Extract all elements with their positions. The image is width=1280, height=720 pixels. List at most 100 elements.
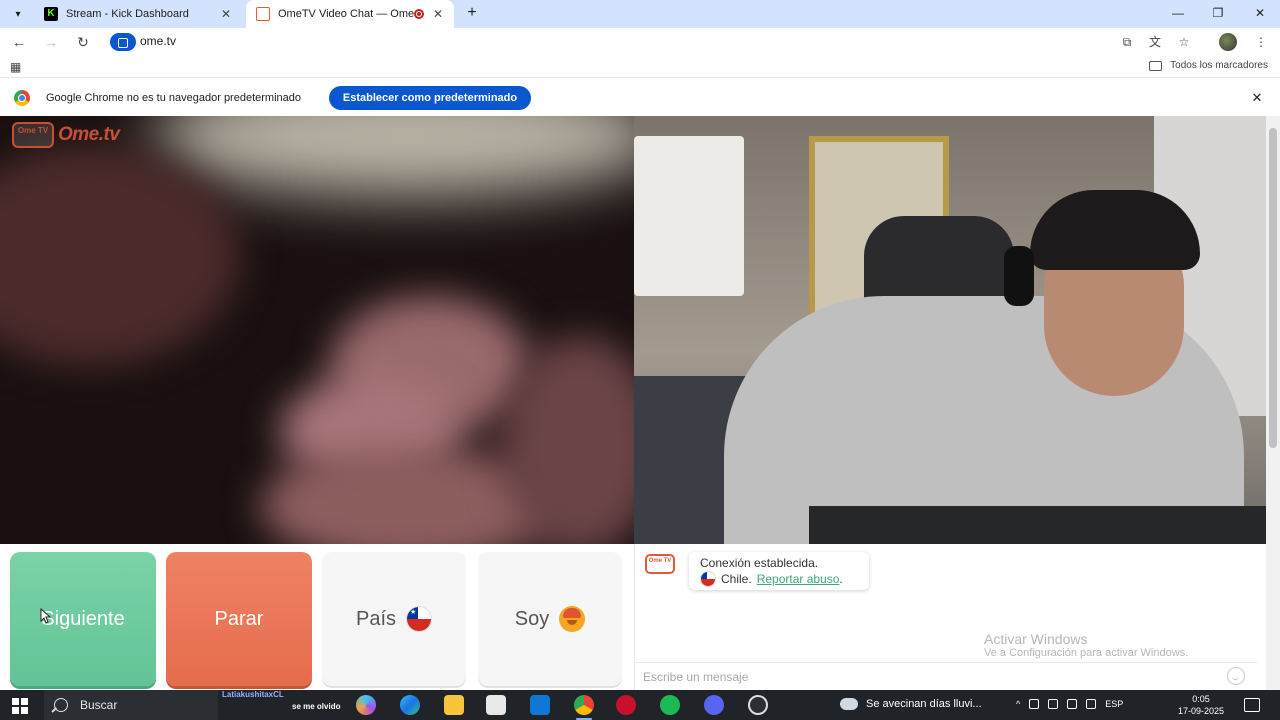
onedrive-icon[interactable] (1048, 699, 1059, 709)
partner-country: Chile. (721, 572, 752, 586)
headphones (1004, 246, 1034, 306)
tab-title: Stream - Kick Dashboard (66, 8, 189, 20)
opera-icon[interactable] (616, 695, 636, 715)
video-blur (150, 116, 634, 196)
file-explorer-icon[interactable] (444, 695, 464, 715)
search-icon (54, 698, 68, 712)
report-suffix: . (839, 572, 843, 586)
tray-chevron-icon[interactable]: ^ (1016, 699, 1020, 709)
person-hair (1030, 190, 1200, 270)
bookmarks-bar: ▦ Todos los marcadores (0, 56, 1280, 78)
search-placeholder: Buscar (80, 698, 118, 712)
scrollbar-thumb[interactable] (1269, 128, 1277, 448)
infobar-message: Google Chrome no es tu navegador predete… (46, 92, 301, 104)
clock[interactable]: 0:05 17-09-2025 (1176, 693, 1226, 717)
new-tab-button[interactable]: + (462, 3, 482, 23)
country-filter-button[interactable]: País ★ (322, 552, 466, 686)
forward-button[interactable]: → (40, 32, 62, 52)
video-blur (0, 146, 240, 366)
news-line-1: LatiakushitaxCL (222, 690, 284, 699)
tab-strip: ▾ K Stream - Kick Dashboard ✕ OmeTV Vide… (0, 0, 1280, 28)
chrome-logo-icon (14, 90, 30, 106)
set-default-button[interactable]: Establecer como predeterminado (329, 86, 531, 110)
person-emoji-icon (559, 606, 586, 632)
emoji-picker-icon[interactable] (1227, 667, 1245, 685)
tab-ometv[interactable]: OmeTV Video Chat — Ome ✕ (246, 0, 454, 28)
news-widget[interactable]: LatiakushitaxCL se me olvido (222, 690, 342, 720)
restore-button[interactable]: ❐ (1198, 0, 1238, 28)
reload-button[interactable]: ↻ (72, 32, 94, 52)
chile-flag-icon (700, 571, 716, 587)
system-tray: ^ ESP (1016, 699, 1123, 709)
clock-time: 0:05 (1192, 694, 1210, 704)
mic-icon[interactable] (1067, 699, 1078, 709)
connection-status: Conexión establecida. (700, 556, 819, 570)
weather-text: Se avecinan días lluvi... (866, 698, 982, 710)
outlook-icon[interactable] (530, 695, 550, 715)
page-scrollbar[interactable] (1266, 116, 1280, 690)
chat-panel: Ome TV Conexión establecida. Chile. Repo… (634, 544, 1257, 690)
news-line-2: se me olvido (292, 702, 341, 711)
address-bar[interactable]: ome.tv (106, 30, 1210, 54)
recording-icon (414, 9, 424, 19)
weather-widget[interactable]: Se avecinan días lluvi... (840, 698, 982, 710)
discord-icon[interactable] (704, 695, 724, 715)
chrome-taskbar-icon[interactable] (574, 695, 594, 720)
ometv-logo-word: Ome.tv (58, 124, 120, 145)
tab-title: OmeTV Video Chat — Ome (278, 8, 414, 20)
tab-search-icon[interactable]: ▾ (8, 5, 28, 23)
ometv-logo: Ome TV Ome.tv (12, 122, 120, 148)
gender-label: Soy (514, 607, 550, 630)
ometv-chat-badge: Ome TV (645, 554, 675, 574)
spotify-icon[interactable] (660, 695, 680, 715)
all-bookmarks-label: Todos los marcadores (1170, 60, 1268, 71)
obs-icon[interactable] (748, 695, 768, 715)
store-icon[interactable] (486, 695, 506, 715)
windows-taskbar: Buscar LatiakushitaxCL se me olvido Se a… (0, 690, 1280, 720)
bookmark-star-icon[interactable]: ☆ (1175, 33, 1193, 51)
taskbar-search[interactable]: Buscar (44, 690, 218, 720)
system-message: Conexión establecida. Chile. Reportar ab… (689, 552, 869, 590)
chat-input-bar (635, 662, 1257, 690)
menu-dots-icon[interactable]: ⋮ (1252, 33, 1270, 51)
chile-flag-icon: ★ (406, 606, 433, 632)
stop-button[interactable]: Parar (166, 552, 312, 686)
apps-grid-icon[interactable]: ▦ (10, 60, 24, 74)
rain-cloud-icon (840, 698, 858, 710)
close-tab-icon[interactable]: ✕ (430, 7, 446, 21)
activate-windows-subtitle: Ve a Configuración para activar Windows. (984, 647, 1189, 659)
next-label: Siguiente (41, 607, 125, 630)
kick-icon: K (44, 7, 58, 21)
default-browser-infobar: Google Chrome no es tu navegador predete… (0, 80, 1280, 116)
edge-icon[interactable] (400, 695, 420, 715)
ometv-logo-badge: Ome TV (12, 122, 54, 148)
stop-label: Parar (214, 607, 264, 630)
report-abuse-link[interactable]: Reportar abuso (757, 572, 840, 586)
close-window-button[interactable]: ✕ (1240, 0, 1280, 28)
message-input[interactable] (643, 668, 1203, 686)
close-infobar-icon[interactable]: ✕ (1248, 89, 1266, 107)
cast-icon[interactable]: ⧉ (1118, 33, 1136, 51)
ometv-icon (256, 7, 270, 21)
translate-icon[interactable]: 文 (1146, 33, 1164, 51)
site-info-icon[interactable] (110, 33, 136, 51)
volume-icon[interactable] (1086, 699, 1097, 709)
country-label: País (355, 607, 397, 630)
start-button[interactable] (12, 698, 28, 714)
language-indicator[interactable]: ESP (1105, 699, 1123, 709)
all-bookmarks-button[interactable]: Todos los marcadores (1149, 60, 1268, 71)
minimize-button[interactable]: — (1158, 0, 1198, 28)
network-icon[interactable] (1029, 699, 1040, 709)
activate-windows-title: Activar Windows (984, 631, 1088, 647)
folder-icon (1149, 60, 1163, 71)
tab-kick-dashboard[interactable]: K Stream - Kick Dashboard ✕ (34, 0, 242, 28)
back-button[interactable]: ← (8, 32, 30, 52)
copilot-icon[interactable] (356, 695, 376, 715)
self-video (634, 116, 1266, 544)
notification-icon[interactable] (1244, 698, 1260, 712)
profile-avatar[interactable] (1219, 33, 1237, 51)
close-tab-icon[interactable]: ✕ (218, 7, 234, 21)
gender-button[interactable]: Soy (478, 552, 622, 686)
url-text: ome.tv (140, 34, 177, 48)
next-button[interactable]: Siguiente (10, 552, 156, 686)
